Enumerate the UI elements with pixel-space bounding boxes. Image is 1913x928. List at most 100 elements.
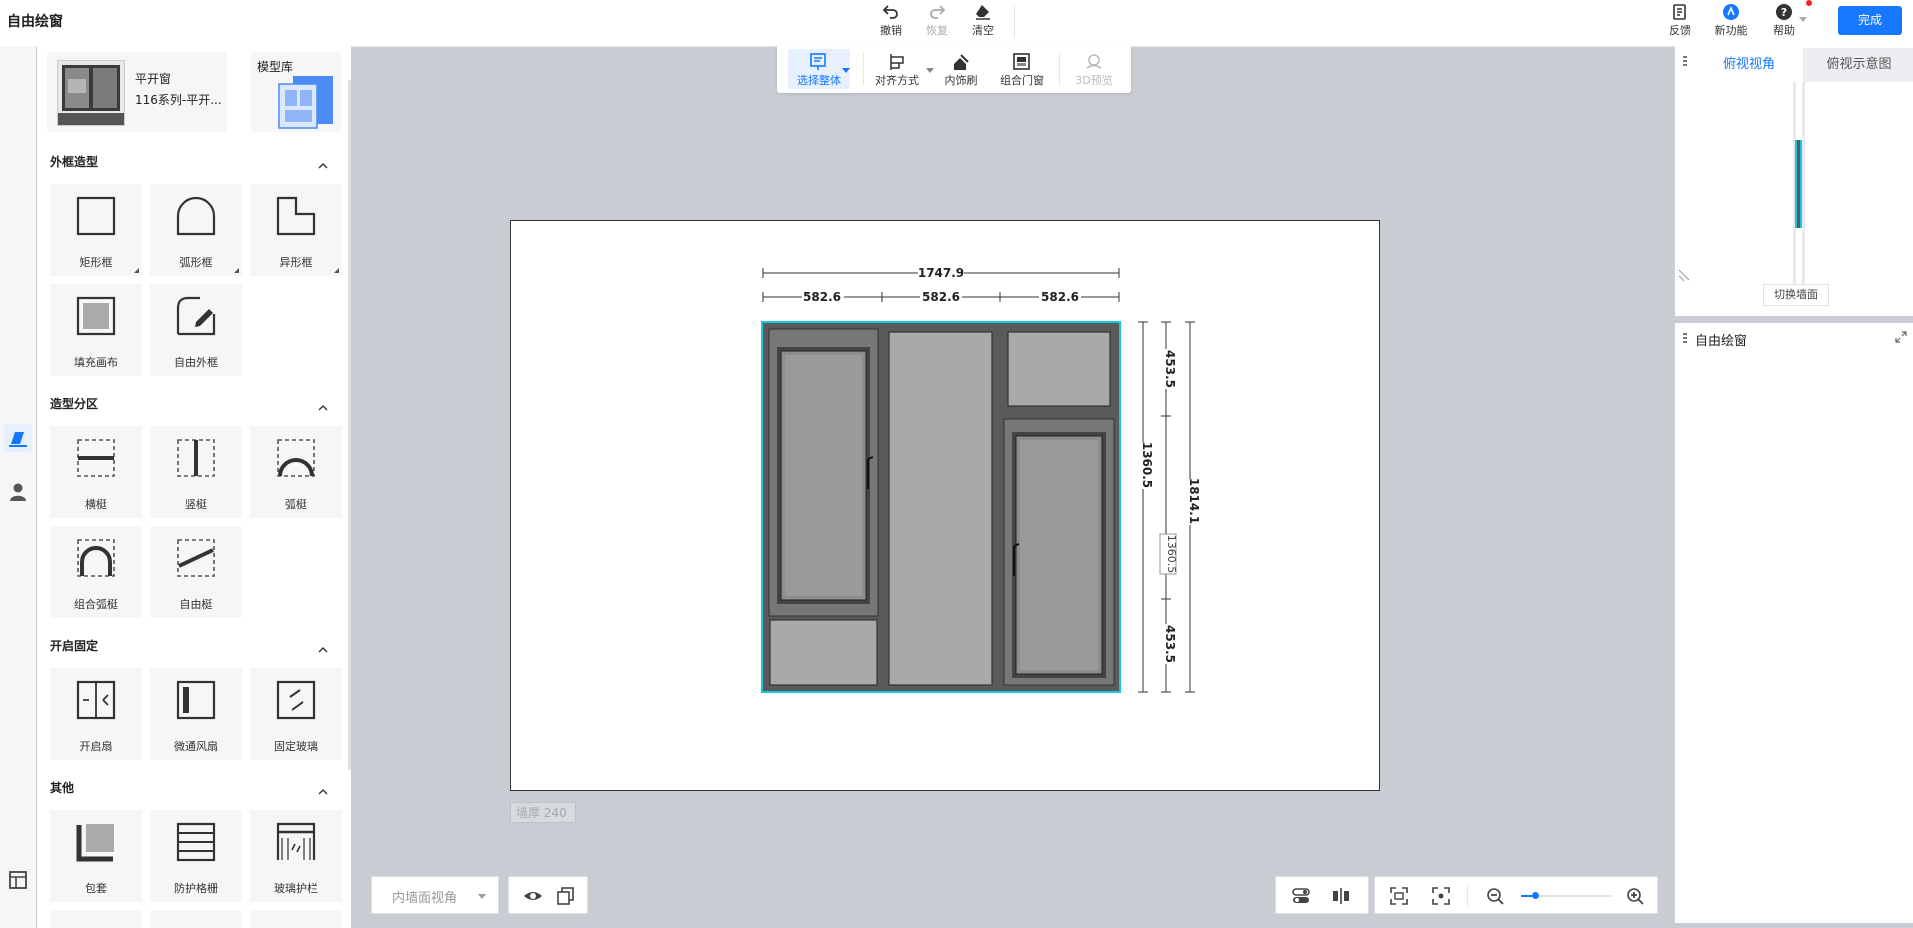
chevron-up-icon[interactable] bbox=[317, 160, 329, 172]
tile-partial[interactable] bbox=[250, 910, 342, 928]
combo-window-button[interactable]: 组合门窗 bbox=[993, 49, 1051, 89]
tab-top-view[interactable]: 俯视视角 bbox=[1695, 48, 1803, 82]
tile-label: 矩形框 bbox=[79, 256, 113, 269]
tile-vent-sash[interactable]: 微通风扇 bbox=[150, 668, 242, 760]
chevron-up-icon[interactable] bbox=[317, 644, 329, 656]
done-button[interactable]: 完成 bbox=[1838, 6, 1902, 35]
model-series: 116系列-平开... bbox=[135, 93, 222, 107]
dim-bottom-height-text: 453.5 bbox=[1163, 625, 1177, 663]
tile-rect-frame[interactable]: 矩形框 bbox=[50, 184, 142, 276]
align-label: 对齐方式 bbox=[875, 74, 919, 87]
current-model-card[interactable]: 平开窗 116系列-平开... bbox=[47, 52, 227, 132]
app-title: 自由绘窗 bbox=[7, 14, 63, 30]
tile-guard-grille[interactable]: 防护格栅 bbox=[150, 810, 242, 902]
side-rail bbox=[0, 46, 36, 928]
new-feature-button[interactable]: 新功能 bbox=[1708, 3, 1754, 43]
tile-casing[interactable]: 包套 bbox=[50, 810, 142, 902]
tile-free-mullion[interactable]: 自由梃 bbox=[150, 526, 242, 618]
tab-top-schematic[interactable]: 俯视示意图 bbox=[1805, 48, 1913, 82]
align-chevron-down-icon[interactable] bbox=[926, 68, 934, 73]
tile-vertical-mullion[interactable]: 竖梃 bbox=[150, 426, 242, 518]
tile-label: 横梃 bbox=[85, 498, 107, 511]
model-library-icon bbox=[278, 76, 333, 129]
help-chevron-down-icon[interactable] bbox=[1799, 17, 1807, 22]
undo-icon bbox=[882, 5, 898, 19]
arc-frame-icon bbox=[176, 196, 216, 236]
tile-fill-canvas[interactable]: 填充画布 bbox=[50, 284, 142, 376]
dim-total-height-text: 1814.1 bbox=[1187, 478, 1201, 524]
drag-handle-icon[interactable] bbox=[1683, 333, 1687, 345]
clear-button[interactable]: 清空 bbox=[960, 3, 1006, 43]
user-icon bbox=[10, 483, 26, 501]
brush-icon bbox=[954, 54, 969, 70]
tile-label: 弧形框 bbox=[179, 256, 213, 269]
tile-combo-arc-mullion[interactable]: 组合弧梃 bbox=[50, 526, 142, 618]
tile-horizontal-mullion[interactable]: 横梃 bbox=[50, 426, 142, 518]
feedback-button[interactable]: 反馈 bbox=[1657, 3, 1703, 43]
zoom-slider-handle[interactable] bbox=[1532, 892, 1539, 899]
expand-corner-icon bbox=[234, 268, 239, 273]
view-mode-select[interactable]: 内墙面视角 bbox=[371, 876, 499, 914]
panel-scrollbar[interactable] bbox=[348, 80, 351, 770]
tile-shaped-frame[interactable]: 异形框 bbox=[250, 184, 342, 276]
rail-panel-toggle-button[interactable] bbox=[4, 866, 32, 894]
clear-label: 清空 bbox=[972, 24, 994, 37]
dimension-pane-widths[interactable]: 582.6 582.6 582.6 bbox=[762, 290, 1120, 304]
top-view-minimap[interactable] bbox=[1675, 82, 1913, 312]
window-frame[interactable] bbox=[761, 321, 1121, 693]
tile-partial[interactable] bbox=[50, 910, 142, 928]
preview-3d-button[interactable]: 3D预览 bbox=[1065, 49, 1123, 89]
trim-brush-button[interactable]: 内饰刷 bbox=[937, 49, 985, 89]
dimension-vertical[interactable]: 1360.5 453.5 453.5 1814.1 1360.5 bbox=[1137, 321, 1201, 693]
zoom-out-icon[interactable] bbox=[1485, 886, 1505, 906]
eye-icon[interactable] bbox=[523, 886, 543, 906]
tile-arc-frame[interactable]: 弧形框 bbox=[150, 184, 242, 276]
combo-window-label: 组合门窗 bbox=[1000, 74, 1044, 87]
rail-draw-button[interactable] bbox=[4, 424, 32, 452]
focus-icon[interactable] bbox=[1431, 886, 1451, 906]
tile-fixed-glass[interactable]: 固定玻璃 bbox=[250, 668, 342, 760]
casing-icon bbox=[76, 824, 114, 862]
help-button[interactable]: ? 帮助 bbox=[1761, 3, 1807, 43]
tile-label: 填充画布 bbox=[74, 356, 118, 369]
dim-pane-width-2: 582.6 bbox=[922, 290, 960, 304]
tile-glass-railing[interactable]: 玻璃护栏 bbox=[250, 810, 342, 902]
tile-label: 组合弧梃 bbox=[74, 598, 118, 611]
tile-arc-mullion[interactable]: 弧梃 bbox=[250, 426, 342, 518]
glass-railing-icon bbox=[276, 822, 316, 860]
help-icon: ? bbox=[1776, 4, 1792, 20]
dimension-total-width[interactable]: 1747.9 bbox=[762, 266, 1120, 280]
tile-free-frame[interactable]: 自由外框 bbox=[150, 284, 242, 376]
toggle-icon[interactable] bbox=[1291, 886, 1311, 906]
chevron-up-icon[interactable] bbox=[317, 402, 329, 414]
fit-screen-icon[interactable] bbox=[1389, 886, 1409, 906]
select-all-button[interactable]: 选择整体 bbox=[788, 49, 850, 89]
zoom-tools-group bbox=[1374, 876, 1658, 914]
undo-button[interactable]: 撤销 bbox=[868, 3, 914, 43]
zoom-in-icon[interactable] bbox=[1625, 886, 1645, 906]
window-drawing[interactable]: 1747.9 582.6 582.6 582.6 1360.5 453.5 45… bbox=[511, 221, 1379, 790]
horizontal-mullion-icon bbox=[77, 439, 115, 477]
switch-wall-button[interactable]: 切换墙面 bbox=[1763, 284, 1829, 306]
expand-icon[interactable] bbox=[1895, 331, 1907, 343]
tile-partial[interactable] bbox=[150, 910, 242, 928]
tile-label: 微通风扇 bbox=[174, 740, 218, 753]
align-button[interactable]: 对齐方式 bbox=[869, 49, 925, 89]
dim-edit-input[interactable]: 1360.5 bbox=[1165, 535, 1178, 574]
model-library-button[interactable]: 模型库 bbox=[251, 52, 341, 132]
undo-label: 撤销 bbox=[880, 24, 902, 37]
split-vertical-icon[interactable] bbox=[1331, 886, 1351, 906]
tile-opening-sash[interactable]: 开启扇 bbox=[50, 668, 142, 760]
toolbar-divider bbox=[1059, 53, 1060, 85]
chevron-up-icon[interactable] bbox=[317, 786, 329, 798]
drag-handle-icon[interactable] bbox=[1683, 56, 1687, 68]
redo-button[interactable]: 恢复 bbox=[914, 3, 960, 43]
drawing-canvas[interactable]: 1747.9 582.6 582.6 582.6 1360.5 453.5 45… bbox=[510, 220, 1380, 791]
layers-icon[interactable] bbox=[555, 886, 575, 906]
canvas-toolbar: 选择整体 对齐方式 内饰刷 组合门窗 3D预览 bbox=[777, 45, 1131, 93]
fill-canvas-icon bbox=[76, 296, 116, 336]
wall-thickness-label: 墙厚 240 bbox=[510, 802, 576, 823]
rail-user-button[interactable] bbox=[4, 478, 32, 506]
select-all-label: 选择整体 bbox=[797, 74, 841, 87]
select-chevron-down-icon[interactable] bbox=[842, 68, 850, 73]
